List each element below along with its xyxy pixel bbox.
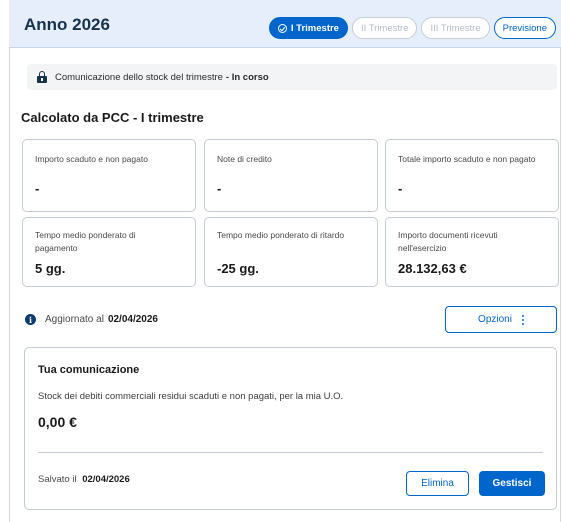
tab-second-quarter[interactable]: II Trimestre xyxy=(351,17,418,39)
card-tempo-ritardo: Tempo medio ponderato di ritardo -25 gg. xyxy=(204,217,378,287)
tab-label: I Trimestre xyxy=(290,22,339,34)
card-label: Importo scaduto e non pagato xyxy=(35,154,148,164)
status-banner: Comunicazione dello stock del trimestre … xyxy=(27,64,557,90)
card-importo-scaduto: Importo scaduto e non pagato - xyxy=(22,139,196,212)
card-totale-scaduto: Totale importo scaduto e non pagato - xyxy=(385,139,559,212)
tab-label: Previsione xyxy=(502,22,547,34)
card-label: Importo documenti ricevuti nell'esercizi… xyxy=(398,230,498,253)
status-state: - In corso xyxy=(225,71,269,83)
kebab-menu-icon xyxy=(521,314,524,325)
tab-label: III Trimestre xyxy=(430,22,481,34)
communication-card: Tua comunicazione Stock dei debiti comme… xyxy=(24,347,557,510)
saved-label: Salvato il xyxy=(38,474,77,485)
options-label: Opzioni xyxy=(478,314,512,325)
page-header: Anno 2026 I Trimestre II Trimestre III T… xyxy=(9,0,561,48)
card-value: 28.132,63 € xyxy=(398,261,467,276)
communication-amount: 0,00 € xyxy=(38,414,77,430)
page-title: Anno 2026 xyxy=(24,15,110,34)
updated-date: 02/04/2026 xyxy=(107,314,158,325)
card-label: Tempo medio ponderato di pagamento xyxy=(35,230,136,253)
card-value: -25 gg. xyxy=(217,261,259,276)
card-note-credito: Note di credito - xyxy=(204,139,378,212)
lock-icon xyxy=(37,71,47,83)
card-label: Note di credito xyxy=(217,154,272,164)
card-value: - xyxy=(35,181,40,196)
saved-date: 02/04/2026 xyxy=(82,474,130,485)
tab-third-quarter[interactable]: III Trimestre xyxy=(421,17,490,39)
card-value: - xyxy=(217,181,222,196)
card-tempo-pagamento: Tempo medio ponderato di pagamento 5 gg. xyxy=(22,217,196,287)
check-circle-icon xyxy=(277,23,287,33)
info-icon: i xyxy=(25,314,36,325)
divider xyxy=(38,452,543,453)
delete-button[interactable]: Elimina xyxy=(406,471,469,496)
card-value: - xyxy=(398,181,403,196)
section-title: Calcolato da PCC - I trimestre xyxy=(21,110,204,125)
card-label: Tempo medio ponderato di ritardo xyxy=(217,230,345,240)
last-updated: i Aggiornato al 02/04/2026 xyxy=(25,314,158,325)
tab-forecast[interactable]: Previsione xyxy=(493,17,556,39)
status-text: Comunicazione dello stock del trimestre xyxy=(55,71,223,83)
quarter-tabs: I Trimestre II Trimestre III Trimestre P… xyxy=(268,17,556,39)
tab-first-quarter[interactable]: I Trimestre xyxy=(268,17,348,39)
card-value: 5 gg. xyxy=(35,261,66,276)
options-button[interactable]: Opzioni xyxy=(445,306,557,333)
updated-label: Aggiornato al xyxy=(45,314,104,325)
communication-description: Stock dei debiti commerciali residui sca… xyxy=(38,391,344,402)
manage-button[interactable]: Gestisci xyxy=(479,471,545,496)
card-label: Totale importo scaduto e non pagato xyxy=(398,154,536,164)
communication-title: Tua comunicazione xyxy=(38,364,140,376)
card-importo-documenti: Importo documenti ricevuti nell'esercizi… xyxy=(385,217,559,287)
tab-label: II Trimestre xyxy=(360,22,409,34)
saved-info: Salvato il 02/04/2026 xyxy=(38,474,130,485)
